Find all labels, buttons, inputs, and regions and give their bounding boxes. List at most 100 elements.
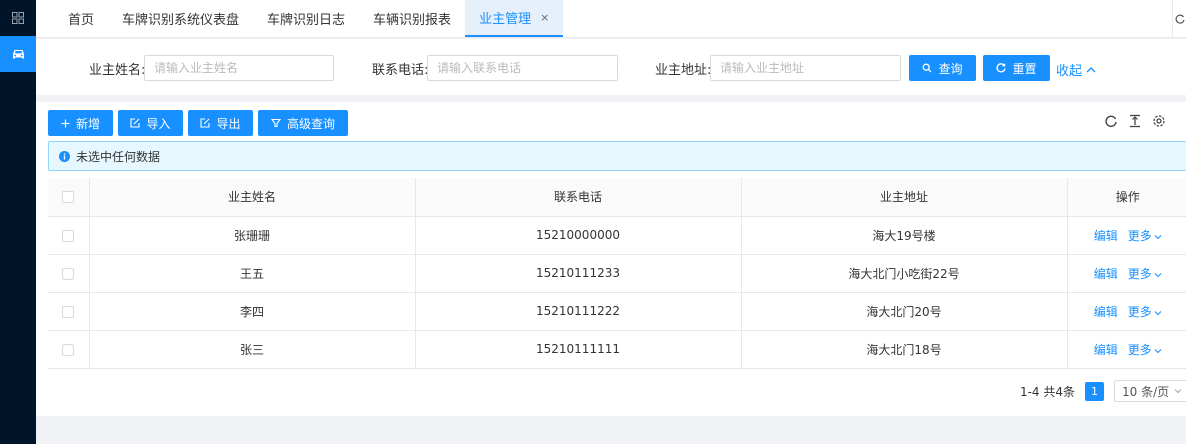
address-label: 业主地址:: [655, 63, 712, 78]
close-icon[interactable]: ×: [540, 11, 549, 24]
tab-scroll[interactable]: [1172, 0, 1186, 37]
column-height-icon[interactable]: [1128, 114, 1142, 128]
tab-home[interactable]: 首页: [36, 0, 108, 37]
content-panel: 新增 导入 导出 高级查询 未选中任何数据 业主姓名 联系电话 业主地址 操作 …: [36, 102, 1186, 416]
table-tools: [1104, 114, 1166, 128]
tab-plate-dashboard[interactable]: 车牌识别系统仪表盘: [108, 0, 253, 37]
owner-name-cell: 王五: [89, 254, 416, 293]
more-link[interactable]: 更多: [1128, 267, 1162, 281]
advanced-query-label: 高级查询: [286, 116, 335, 131]
phone-cell: 15210111111: [415, 330, 742, 369]
tab-vehicle-report[interactable]: 车辆识别报表: [359, 0, 465, 37]
address-cell: 海大北门20号: [741, 292, 1068, 331]
add-button[interactable]: 新增: [48, 110, 113, 136]
search-panel: 业主姓名: 请输入业主姓名 联系电话: 请输入联系电话 业主地址: 请输入业主地…: [36, 39, 1186, 95]
row-checkbox[interactable]: [62, 305, 75, 318]
row-checkbox[interactable]: [62, 343, 75, 356]
page-size-value: 10 条/页: [1122, 384, 1170, 399]
collapse-label: 收起: [1056, 64, 1083, 79]
chevron-down-icon: [1174, 389, 1182, 394]
edit-link[interactable]: 编辑: [1094, 305, 1118, 319]
more-link[interactable]: 更多: [1128, 343, 1162, 357]
column-header-name: 业主姓名: [89, 178, 416, 217]
more-link[interactable]: 更多: [1128, 229, 1162, 243]
car-icon: [12, 49, 24, 58]
phone-input[interactable]: 请输入联系电话: [427, 55, 618, 81]
phone-cell: 15210111222: [415, 292, 742, 331]
filter-icon: [270, 118, 281, 128]
export-label: 导出: [216, 116, 241, 131]
column-header-phone: 联系电话: [415, 178, 742, 217]
sidebar-item-dashboard[interactable]: [0, 0, 36, 36]
import-button[interactable]: 导入: [118, 110, 183, 136]
select-all-checkbox[interactable]: [62, 191, 75, 204]
search-icon: [923, 63, 932, 73]
page-size-select[interactable]: 10 条/页: [1114, 380, 1186, 402]
row-select-cell: [48, 216, 90, 255]
query-button[interactable]: 查询: [909, 55, 976, 81]
row-checkbox[interactable]: [62, 267, 75, 280]
more-label: 更多: [1127, 266, 1152, 281]
sidebar-item-vehicle[interactable]: [0, 36, 36, 72]
row-checkbox[interactable]: [62, 229, 75, 242]
table-row: 张三 15210111111 海大北门18号 编辑 更多: [48, 330, 1186, 369]
more-label: 更多: [1127, 304, 1152, 319]
row-select-cell: [48, 254, 90, 293]
owner-name-label: 业主姓名:: [89, 63, 146, 78]
chevron-up-icon: [1086, 67, 1096, 73]
address-cell: 海大北门18号: [741, 330, 1068, 369]
actions-cell: 编辑 更多: [1067, 292, 1186, 331]
phone-cell: 15210000000: [415, 216, 742, 255]
table-row: 李四 15210111222 海大北门20号 编辑 更多: [48, 292, 1186, 331]
edit-link[interactable]: 编辑: [1094, 267, 1118, 281]
owner-table: 业主姓名 联系电话 业主地址 操作 张珊珊 15210000000 海大19号楼…: [48, 178, 1186, 369]
phone-label: 联系电话:: [372, 63, 429, 78]
pagination: 1-4 共4条 1 10 条/页: [1020, 380, 1186, 402]
actions-cell: 编辑 更多: [1067, 254, 1186, 293]
add-label: 新增: [75, 116, 100, 131]
tab-bar: 首页 车牌识别系统仪表盘 车牌识别日志 车辆识别报表 业主管理 ×: [36, 0, 1186, 38]
owner-name-input[interactable]: 请输入业主姓名: [144, 55, 334, 81]
page-button-current[interactable]: 1: [1085, 381, 1104, 401]
tab-plate-log[interactable]: 车牌识别日志: [253, 0, 359, 37]
selection-alert: 未选中任何数据: [48, 141, 1186, 171]
actions-cell: 编辑 更多: [1067, 330, 1186, 369]
address-cell: 海大北门小吃街22号: [741, 254, 1068, 293]
table-row: 王五 15210111233 海大北门小吃街22号 编辑 更多: [48, 254, 1186, 293]
export-icon: [200, 118, 211, 128]
import-icon: [130, 118, 141, 128]
table-header-row: 业主姓名 联系电话 业主地址 操作: [48, 178, 1186, 217]
edit-link[interactable]: 编辑: [1094, 229, 1118, 243]
reset-icon: [996, 63, 1007, 73]
row-select-cell: [48, 292, 90, 331]
chevron-down-icon: [1154, 234, 1162, 239]
sidebar: [0, 0, 36, 444]
more-link[interactable]: 更多: [1128, 305, 1162, 319]
owner-name-cell: 李四: [89, 292, 416, 331]
column-header-actions: 操作: [1067, 178, 1186, 217]
column-header-address: 业主地址: [741, 178, 1068, 217]
more-label: 更多: [1127, 228, 1152, 243]
reset-button[interactable]: 重置: [983, 55, 1050, 81]
pagination-summary: 1-4 共4条: [1019, 384, 1075, 399]
alert-text: 未选中任何数据: [76, 149, 161, 164]
owner-name-cell: 张三: [89, 330, 416, 369]
row-select-cell: [48, 330, 90, 369]
address-input[interactable]: 请输入业主地址: [710, 55, 901, 81]
reset-label: 重置: [1012, 61, 1037, 76]
gear-icon[interactable]: [1152, 114, 1166, 128]
actions-cell: 编辑 更多: [1067, 216, 1186, 255]
edit-link[interactable]: 编辑: [1094, 343, 1118, 357]
export-button[interactable]: 导出: [188, 110, 253, 136]
tab-label: 业主管理: [479, 12, 532, 27]
info-icon: [59, 150, 70, 162]
refresh-icon: [1175, 14, 1185, 24]
import-label: 导入: [146, 116, 171, 131]
table-row: 张珊珊 15210000000 海大19号楼 编辑 更多: [48, 216, 1186, 255]
collapse-link[interactable]: 收起: [1056, 60, 1096, 79]
query-label: 查询: [938, 61, 963, 76]
tab-owner-management[interactable]: 业主管理 ×: [465, 0, 564, 37]
advanced-query-button[interactable]: 高级查询: [258, 110, 348, 136]
address-cell: 海大19号楼: [741, 216, 1068, 255]
reload-icon[interactable]: [1104, 114, 1118, 128]
